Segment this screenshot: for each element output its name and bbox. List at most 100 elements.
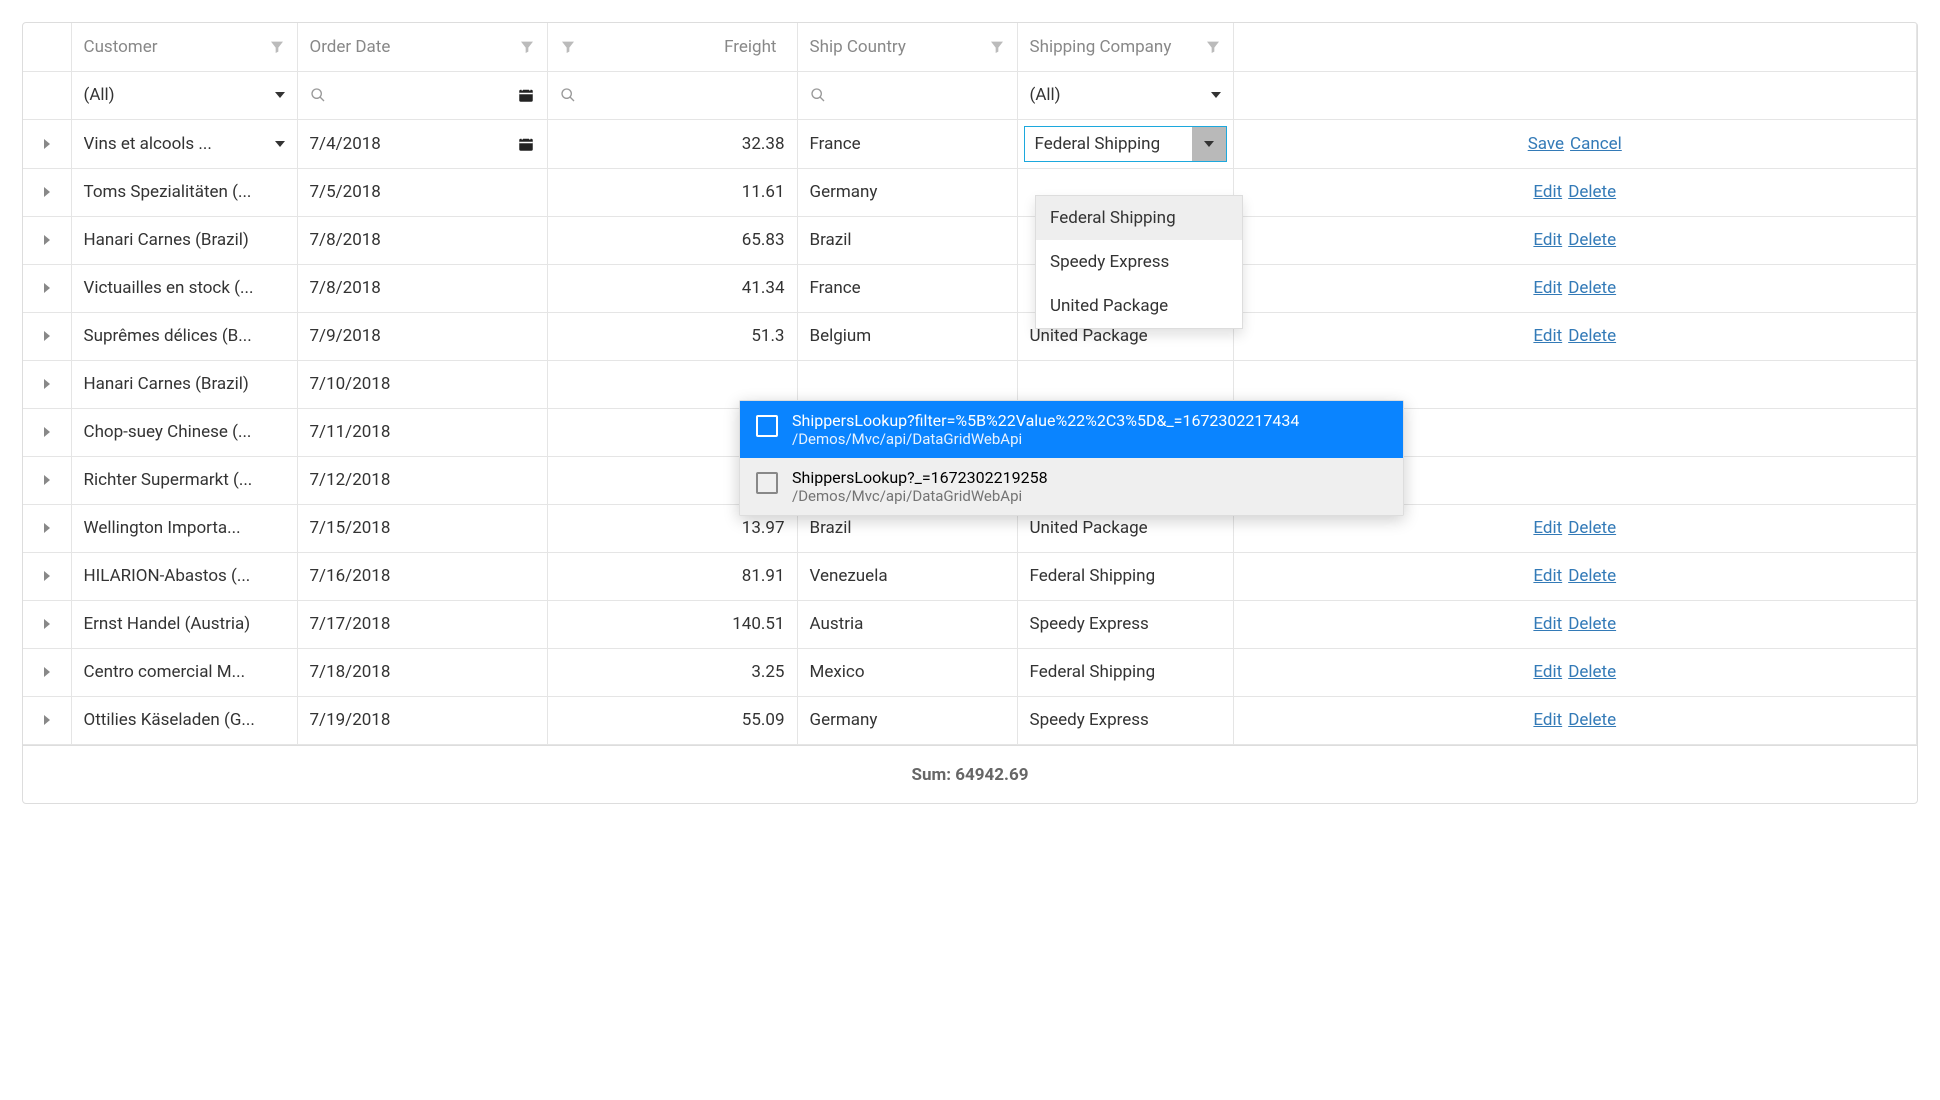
- suggestion-line2: /Demos/Mvc/api/DataGridWebApi: [792, 430, 1299, 448]
- suggestion-item[interactable]: ShippersLookup?filter=%5B%22Value%22%2C3…: [740, 401, 1403, 458]
- filter-customer[interactable]: (All): [71, 71, 297, 119]
- expand-toggle[interactable]: [23, 648, 71, 696]
- edit-link[interactable]: Edit: [1533, 614, 1562, 634]
- cell-shipper: Speedy Express: [1017, 696, 1233, 744]
- network-suggestion-popup: ShippersLookup?filter=%5B%22Value%22%2C3…: [739, 400, 1404, 516]
- cell-country: Germany: [797, 696, 1017, 744]
- filter-freight[interactable]: [547, 71, 797, 119]
- expand-toggle[interactable]: [23, 119, 71, 168]
- edit-date-cell[interactable]: 7/4/2018: [297, 119, 547, 168]
- table-row: HILARION-Abastos (...7/16/201881.91Venez…: [23, 552, 1917, 600]
- cell-date: 7/17/2018: [297, 600, 547, 648]
- edit-actions-cell: Save Cancel: [1233, 119, 1917, 168]
- filter-icon[interactable]: [1205, 39, 1221, 55]
- caret-right-icon: [44, 715, 50, 725]
- edit-freight-cell[interactable]: 32.38: [547, 119, 797, 168]
- expand-toggle[interactable]: [23, 600, 71, 648]
- edit-link[interactable]: Edit: [1533, 278, 1562, 298]
- table-row: Centro comercial M...7/18/20183.25Mexico…: [23, 648, 1917, 696]
- header-ship-country[interactable]: Ship Country: [797, 23, 1017, 71]
- delete-link[interactable]: Delete: [1568, 614, 1616, 634]
- calendar-icon[interactable]: [517, 86, 535, 104]
- edit-row: Vins et alcools ... 7/4/2018 32.38 Franc…: [23, 119, 1917, 168]
- filter-date[interactable]: [297, 71, 547, 119]
- chevron-down-icon[interactable]: [275, 92, 285, 98]
- delete-link[interactable]: Delete: [1568, 278, 1616, 298]
- shipper-dropdown-button[interactable]: [1192, 127, 1226, 161]
- edit-link[interactable]: Edit: [1533, 518, 1562, 538]
- delete-link[interactable]: Delete: [1568, 326, 1616, 346]
- cell-customer: Chop-suey Chinese (...: [71, 408, 297, 456]
- cancel-link[interactable]: Cancel: [1570, 134, 1622, 154]
- expand-toggle[interactable]: [23, 312, 71, 360]
- suggestion-item[interactable]: ShippersLookup?_=1672302219258/Demos/Mvc…: [740, 458, 1403, 515]
- filter-icon[interactable]: [989, 39, 1005, 55]
- expand-toggle[interactable]: [23, 360, 71, 408]
- header-expand: [23, 23, 71, 71]
- delete-link[interactable]: Delete: [1568, 662, 1616, 682]
- shipper-option[interactable]: United Package: [1036, 284, 1242, 328]
- edit-link[interactable]: Edit: [1533, 230, 1562, 250]
- edit-link[interactable]: Edit: [1533, 182, 1562, 202]
- edit-customer-cell[interactable]: Vins et alcools ...: [71, 119, 297, 168]
- edit-link[interactable]: Edit: [1533, 710, 1562, 730]
- expand-toggle[interactable]: [23, 456, 71, 504]
- expand-toggle[interactable]: [23, 168, 71, 216]
- expand-toggle[interactable]: [23, 408, 71, 456]
- caret-right-icon: [44, 667, 50, 677]
- filter-actions: [1233, 71, 1917, 119]
- expand-toggle[interactable]: [23, 696, 71, 744]
- filter-icon[interactable]: [519, 39, 535, 55]
- table-row: Toms Spezialitäten (...7/5/201811.61Germ…: [23, 168, 1917, 216]
- filter-icon[interactable]: [269, 39, 285, 55]
- header-order-date[interactable]: Order Date: [297, 23, 547, 71]
- expand-toggle[interactable]: [23, 552, 71, 600]
- cell-shipper: Speedy Express: [1017, 600, 1233, 648]
- delete-link[interactable]: Delete: [1568, 566, 1616, 586]
- caret-right-icon: [44, 331, 50, 341]
- suggestion-line1: ShippersLookup?_=1672302219258: [792, 468, 1048, 487]
- calendar-icon[interactable]: [517, 135, 535, 153]
- cell-date: 7/9/2018: [297, 312, 547, 360]
- cell-customer: Centro comercial M...: [71, 648, 297, 696]
- caret-right-icon: [44, 235, 50, 245]
- filter-icon[interactable]: [560, 39, 576, 55]
- chevron-down-icon[interactable]: [1211, 92, 1221, 98]
- cell-freight: 81.91: [547, 552, 797, 600]
- edit-link[interactable]: Edit: [1533, 662, 1562, 682]
- edit-country-cell[interactable]: France: [797, 119, 1017, 168]
- shipper-option[interactable]: Speedy Express: [1036, 240, 1242, 284]
- filter-shipper[interactable]: (All): [1017, 71, 1233, 119]
- cell-shipper: Federal Shipping: [1017, 552, 1233, 600]
- caret-right-icon: [44, 379, 50, 389]
- shipper-option[interactable]: Federal Shipping: [1036, 196, 1242, 240]
- expand-toggle[interactable]: [23, 216, 71, 264]
- filter-country-input[interactable]: [834, 85, 1005, 105]
- cell-date: 7/19/2018: [297, 696, 547, 744]
- table-row: Victuailles en stock (...7/8/201841.34Fr…: [23, 264, 1917, 312]
- edit-shipper-cell[interactable]: Federal Shipping: [1017, 119, 1233, 168]
- expand-toggle[interactable]: [23, 264, 71, 312]
- cell-customer: Victuailles en stock (...: [71, 264, 297, 312]
- filter-customer-value: (All): [84, 85, 267, 105]
- delete-link[interactable]: Delete: [1568, 710, 1616, 730]
- filter-date-input[interactable]: [334, 85, 509, 105]
- edit-link[interactable]: Edit: [1533, 566, 1562, 586]
- delete-link[interactable]: Delete: [1568, 230, 1616, 250]
- cell-actions: Edit Delete: [1233, 168, 1917, 216]
- delete-link[interactable]: Delete: [1568, 182, 1616, 202]
- header-customer[interactable]: Customer: [71, 23, 297, 71]
- search-icon: [560, 87, 576, 103]
- cell-country: Germany: [797, 168, 1017, 216]
- filter-country[interactable]: [797, 71, 1017, 119]
- cell-customer: Hanari Carnes (Brazil): [71, 360, 297, 408]
- delete-link[interactable]: Delete: [1568, 518, 1616, 538]
- header-shipping-company[interactable]: Shipping Company: [1017, 23, 1233, 71]
- save-link[interactable]: Save: [1528, 134, 1564, 154]
- chevron-down-icon[interactable]: [275, 141, 285, 147]
- edit-link[interactable]: Edit: [1533, 326, 1562, 346]
- header-freight[interactable]: Freight: [547, 23, 797, 71]
- expand-toggle[interactable]: [23, 504, 71, 552]
- filter-freight-input[interactable]: [584, 85, 785, 105]
- chevron-down-icon: [1204, 141, 1214, 147]
